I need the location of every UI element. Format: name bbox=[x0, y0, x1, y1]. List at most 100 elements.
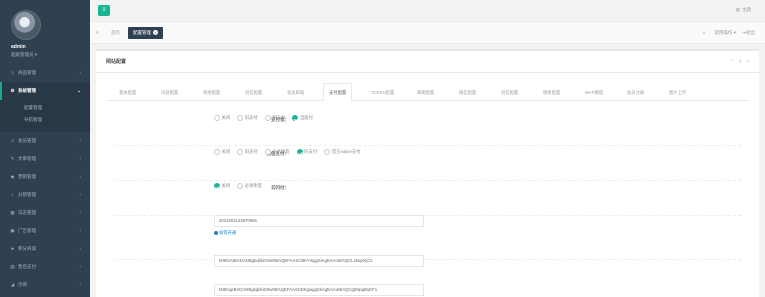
page-tab-config[interactable]: 配置管理 × bbox=[128, 27, 163, 39]
alipay-option-f2f[interactable]: 当面付 bbox=[292, 115, 313, 121]
user-profile: admin 超级管理员 ▾ bbox=[0, 0, 90, 64]
tab-wap-template[interactable]: WAP模版 bbox=[580, 84, 608, 101]
radio-icon bbox=[214, 149, 220, 155]
wechat-option-native[interactable]: 官方native支付 bbox=[324, 149, 361, 155]
sidebar-item-label: 系统管理 bbox=[18, 88, 36, 93]
radio-icon bbox=[214, 115, 220, 121]
tab-member-register[interactable]: 会员注册 bbox=[622, 84, 649, 101]
tab-mailbox[interactable]: 邮箱配置 bbox=[412, 84, 439, 101]
user-icon: ☺ bbox=[10, 138, 15, 143]
menu-toggle-button[interactable]: ≡ bbox=[98, 5, 110, 16]
theme-label: 主题 bbox=[742, 7, 751, 12]
page-tab-home[interactable]: 首页 bbox=[106, 27, 125, 39]
top-header: ≡ ▤ 主题 bbox=[90, 0, 765, 22]
sidebar-item-label: 示例 bbox=[18, 282, 27, 287]
radio-label: 官方native支付 bbox=[331, 149, 361, 155]
radio-label: 码支付 bbox=[304, 149, 318, 155]
payment-config-form: 支付宝： 关闭 旧支付 网支付 当面付 微信支付： 关闭 旧支付 必承免签 码支… bbox=[96, 109, 759, 297]
private-key-row: 支付宝私钥： MIIEvAIBADANBgkqhkiG9w0BAQEFAASCB… bbox=[96, 251, 759, 281]
cloudpay-option-off[interactable]: 关闭 bbox=[214, 183, 230, 189]
edit-icon: ✎ bbox=[10, 156, 15, 161]
wrench-icon[interactable]: ⚲ bbox=[738, 59, 742, 65]
sidebar-item-points-mall[interactable]: ★ 积分商城 ‹ bbox=[0, 240, 90, 258]
wechat-option-free[interactable]: 必承免签 bbox=[264, 149, 290, 155]
sidebar-item-label: 文章管理 bbox=[18, 156, 36, 161]
sidebar-item-goods[interactable]: ≡ 商品管理 ‹ bbox=[0, 64, 90, 82]
avatar[interactable] bbox=[11, 10, 41, 40]
appid-input[interactable]: 2021001143670566 bbox=[214, 215, 424, 227]
tab-content[interactable]: 内容配置 bbox=[156, 84, 183, 101]
sidebar: admin 超级管理员 ▾ ≡ 商品管理 ‹ ⚙ 系统管理 ⌄ 配置管理 导航管理 ☺ 会… bbox=[0, 0, 90, 297]
sidebar-item-label: 商品管理 bbox=[18, 70, 36, 75]
appid-row: 支付宝应用appid： 2021001143670566 如何开通 bbox=[96, 213, 759, 243]
theme-button[interactable]: ▤ 主题 bbox=[736, 7, 751, 13]
radio-label: 关闭 bbox=[221, 183, 231, 189]
sidebar-subitem-config[interactable]: 配置管理 bbox=[0, 102, 90, 114]
list-icon: ≡ bbox=[11, 70, 14, 75]
main-content: 网站配置 ⌃ ⚲ × 基本配置 内容配置 系统配置 短信配置 发送邮箱 支付配置 T… bbox=[90, 44, 765, 297]
private-key-input[interactable]: MIIEvAIBADANBgkqhkiG9w0BAQEFAASCBKYwggSi… bbox=[214, 255, 424, 267]
sidebar-item-members[interactable]: ☺ 会员管理 ‹ bbox=[0, 132, 90, 150]
how-to-open-link[interactable]: 如何开通 bbox=[214, 230, 236, 236]
tab-basic[interactable]: 基本配置 bbox=[114, 84, 141, 101]
radio-label: 必承免签 bbox=[272, 149, 290, 155]
sidebar-item-ads[interactable]: ▣ 广告管理 ‹ bbox=[0, 222, 90, 240]
sidebar-item-after-sales[interactable]: ▤ 售后支付 ‹ bbox=[0, 258, 90, 276]
radio-label: 必承免签 bbox=[244, 183, 262, 189]
sidebar-item-marketing[interactable]: ◆ 营销管理 ‹ bbox=[0, 168, 90, 186]
panel-tools: ⌃ ⚲ × bbox=[726, 51, 749, 73]
chevron-left-icon: ‹ bbox=[79, 192, 82, 197]
chevron-left-icon: ‹ bbox=[79, 228, 82, 233]
close-tab-icon[interactable]: × bbox=[153, 30, 158, 35]
radio-checked-icon bbox=[214, 183, 220, 189]
help-link-label: 如何开通 bbox=[219, 230, 237, 235]
user-name[interactable]: admin bbox=[11, 44, 90, 50]
sidebar-item-label: 广告管理 bbox=[18, 228, 36, 233]
tab-payment[interactable]: 支付配置 bbox=[323, 83, 353, 102]
tab-sms-2[interactable]: 短信配置 bbox=[496, 84, 523, 101]
tab-image-upload[interactable]: 图片上传 bbox=[664, 84, 691, 101]
tab-sms[interactable]: 短信配置 bbox=[240, 84, 267, 101]
gear-icon: ⚙ bbox=[10, 88, 15, 93]
page-tabs-bar: « 首页 配置管理 × » 常用操作 ▾ ⇥退出 bbox=[90, 22, 765, 44]
tab-system[interactable]: 系统配置 bbox=[198, 84, 225, 101]
tab-send-email[interactable]: 发送邮箱 bbox=[282, 84, 309, 101]
radio-label: 关闭 bbox=[221, 149, 231, 155]
tabs-scroll-right-button[interactable]: » bbox=[703, 30, 706, 35]
sidebar-item-system[interactable]: ⚙ 系统管理 ⌄ bbox=[0, 82, 90, 100]
wechat-option-off[interactable]: 关闭 bbox=[214, 149, 230, 155]
wechat-option-old[interactable]: 旧支付 bbox=[237, 149, 258, 155]
close-icon[interactable]: × bbox=[746, 59, 749, 65]
sidebar-item-articles[interactable]: ✎ 文章管理 ‹ bbox=[0, 150, 90, 168]
radio-label: 旧支付 bbox=[244, 115, 258, 121]
cloudpay-radio-group: 关闭 必承免签 bbox=[214, 183, 268, 189]
alipay-option-old[interactable]: 旧支付 bbox=[237, 115, 258, 121]
sidebar-item-label: 积分商城 bbox=[18, 246, 36, 251]
alipay-option-web[interactable]: 网支付 bbox=[264, 115, 285, 121]
sidebar-item-logs[interactable]: ▦ 日志管理 ‹ bbox=[0, 204, 90, 222]
site-config-panel: 网站配置 ⌃ ⚲ × 基本配置 内容配置 系统配置 短信配置 发送邮箱 支付配置 T… bbox=[96, 49, 759, 297]
tab-wechat[interactable]: 微信配置 bbox=[454, 84, 481, 101]
collapse-icon[interactable]: ⌃ bbox=[730, 59, 734, 65]
wechat-row: 微信支付： 关闭 旧支付 必承免签 码支付 官方native支付 bbox=[96, 143, 759, 165]
sidebar-subitem-nav[interactable]: 导航管理 bbox=[0, 114, 90, 126]
diamond-icon: ◆ bbox=[10, 174, 15, 179]
sidebar-item-distribution[interactable]: ↕ 分销管理 ‹ bbox=[0, 186, 90, 204]
public-key-input[interactable]: MIIEvgIBADANBgkqhkiG9w0BAQEFAASCBKgwggSk… bbox=[214, 284, 424, 296]
cloudpay-row: 云闪付： 关闭 必承免签 bbox=[96, 177, 759, 199]
logout-button[interactable]: 退出 bbox=[746, 30, 755, 35]
alipay-option-off[interactable]: 关闭 bbox=[214, 115, 230, 121]
user-role-dropdown[interactable]: 超级管理员 ▾ bbox=[11, 52, 90, 58]
tab-template[interactable]: 模板配置 bbox=[538, 84, 565, 101]
tab-token[interactable]: TOKEN配置 bbox=[366, 84, 399, 101]
double-left-arrow-icon: « bbox=[95, 30, 99, 36]
tabs-scroll-left-button[interactable]: « bbox=[90, 22, 104, 44]
cloudpay-option-free[interactable]: 必承免签 bbox=[237, 183, 262, 189]
panel-header: 网站配置 ⌃ ⚲ × bbox=[96, 51, 759, 73]
wechat-option-code[interactable]: 码支付 bbox=[296, 149, 318, 155]
radio-label: 当面付 bbox=[299, 115, 313, 121]
radio-icon bbox=[264, 115, 271, 121]
radio-icon bbox=[264, 149, 271, 155]
sidebar-item-examples[interactable]: ◢ 示例 ‹ bbox=[0, 276, 90, 294]
common-actions-dropdown[interactable]: 常用操作 ▾ bbox=[714, 30, 736, 35]
